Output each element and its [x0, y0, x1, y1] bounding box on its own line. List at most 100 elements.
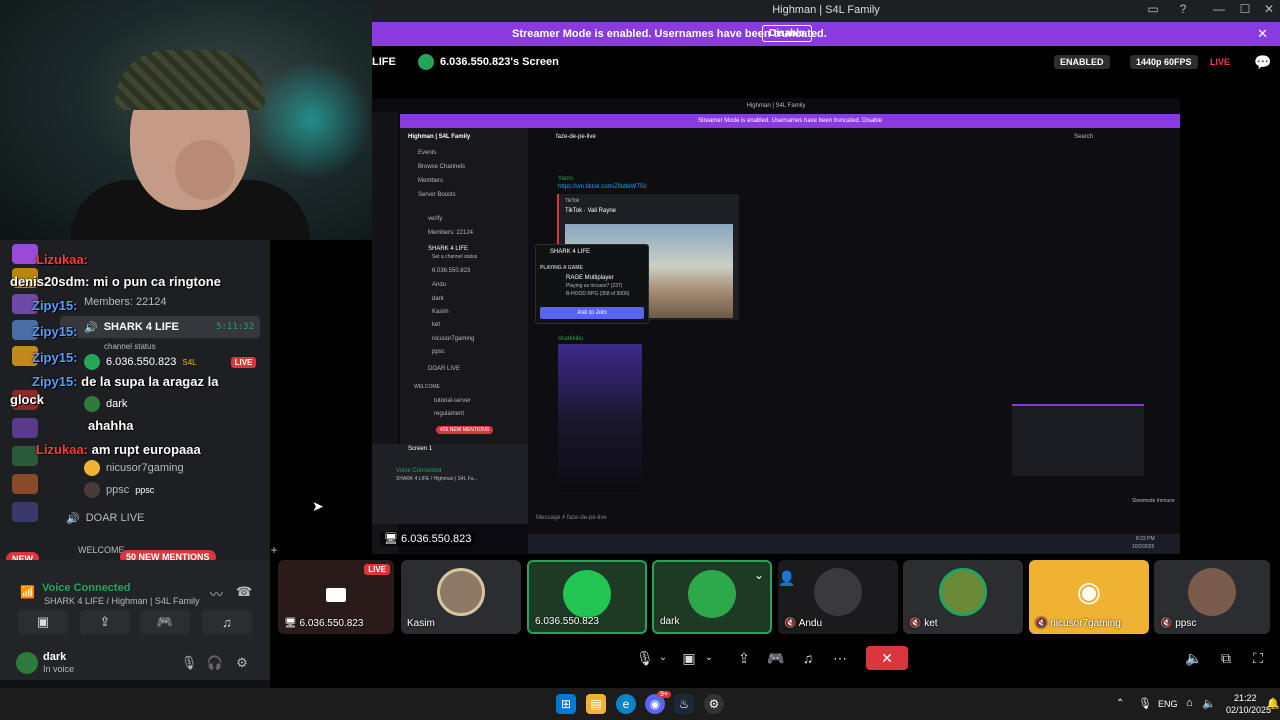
inner-channel-item: tutorial-server: [434, 398, 471, 404]
voice-channel-shark[interactable]: 🔊 SHARK 4 LIFE 5:11:32: [60, 316, 260, 338]
edge-icon[interactable]: e: [616, 694, 636, 714]
inner-taskbar: 8:22 PM 10/2/2025: [528, 534, 1180, 554]
voice-member[interactable]: 6.036.550.823 S4L LIVE: [84, 352, 257, 372]
clock-time[interactable]: 21:22: [1234, 693, 1257, 703]
volume-icon[interactable]: 🔈: [1202, 697, 1216, 710]
quality-tag[interactable]: 1440p 60FPS: [1130, 55, 1198, 69]
avatar: [814, 568, 862, 616]
inner-window-title: Highman | S4L Family: [746, 103, 806, 109]
voice-member[interactable]: nicusor7gaming: [84, 458, 184, 478]
participant-tile[interactable]: 👤 🔇 Andu: [778, 560, 898, 634]
participant-tile[interactable]: LIVE 🖥 6.036.550.823: [278, 560, 394, 634]
disable-streamer-mode-button[interactable]: Disable: [762, 25, 812, 42]
mic-icon[interactable]: 🎙: [180, 654, 198, 672]
rage-mp-icon[interactable]: ⚙: [704, 694, 724, 714]
camera-off-icon[interactable]: ▣: [680, 646, 698, 670]
voice-connected-title[interactable]: Voice Connected: [42, 582, 130, 594]
server-badge[interactable]: [12, 418, 38, 438]
inner-video-embed: [558, 344, 642, 492]
chevron-up-icon[interactable]: ⌃: [1116, 698, 1124, 709]
camera-button[interactable]: ▣: [18, 610, 68, 634]
inner-channel-item: DOAR LIVE: [428, 366, 461, 372]
streamer-cap: [115, 50, 265, 110]
settings-gear-icon[interactable]: ⚙: [233, 654, 251, 672]
screen-share-view[interactable]: Highman | S4L Family Streamer Mode is en…: [372, 98, 1180, 554]
help-icon[interactable]: ?: [1172, 2, 1194, 16]
chat-bubble-icon[interactable]: 💬: [1254, 54, 1271, 71]
language-indicator[interactable]: ENG: [1158, 699, 1178, 709]
avatar: [84, 482, 100, 498]
participant-tile[interactable]: ◉ 🔇 nicusor7gaming: [1029, 560, 1149, 634]
disconnect-button[interactable]: ✕: [866, 646, 908, 670]
voice-member[interactable]: dark: [84, 394, 127, 414]
mic-icon[interactable]: 🎙: [1138, 697, 1152, 710]
maximize-icon[interactable]: ☐: [1234, 2, 1256, 16]
server-badge[interactable]: [12, 244, 38, 264]
inner-channel-item: Members: [418, 178, 444, 184]
headphones-icon[interactable]: 🎧: [206, 654, 224, 672]
share-screen-button[interactable]: ⇪: [80, 610, 130, 634]
streamer-avatar: [418, 54, 434, 70]
server-badge[interactable]: [12, 502, 38, 522]
user-avatar[interactable]: [16, 652, 38, 674]
soundboard-icon[interactable]: ♫: [798, 646, 818, 670]
activity-button[interactable]: 🎮: [140, 610, 190, 634]
inner-msg-user: Yanni: [558, 176, 573, 182]
inner-server-name: Highman | S4L Family: [408, 134, 471, 140]
server-badge[interactable]: [12, 446, 38, 466]
chevron-down-icon[interactable]: ⌄: [702, 646, 716, 670]
signal-icon[interactable]: 📶: [20, 585, 35, 599]
steam-icon[interactable]: ♨: [674, 694, 694, 714]
avatar: [939, 568, 987, 616]
clock-date[interactable]: 02/10/2025: [1226, 705, 1271, 715]
close-icon[interactable]: ✕: [1258, 2, 1280, 16]
add-person-icon[interactable]: 👤: [778, 570, 795, 587]
inner-channel-item: 6.036.550.823: [432, 268, 471, 274]
chevron-down-icon[interactable]: ⌄: [656, 646, 670, 670]
minimize-icon[interactable]: —: [1208, 2, 1230, 16]
voice-connected-subtitle[interactable]: SHARK 4 LIFE / Highman | S4L Family: [44, 596, 200, 606]
fullscreen-icon[interactable]: ⛶: [1248, 646, 1268, 670]
notification-badge: 9+: [657, 691, 671, 698]
inner-channel-item: ppsc: [432, 349, 445, 355]
participant-tile[interactable]: 🔇 ppsc: [1154, 560, 1270, 634]
server-badge[interactable]: [12, 474, 38, 494]
participant-tile[interactable]: Kasim: [401, 560, 521, 634]
enabled-tag: ENABLED: [1054, 55, 1110, 69]
voice-channel-doar-live[interactable]: 🔊 DOAR LIVE: [66, 508, 144, 528]
close-banner-icon[interactable]: ✕: [1257, 26, 1268, 42]
voice-member[interactable]: ppsc ppsc: [84, 480, 154, 500]
windows-start-icon[interactable]: ⊞: [556, 694, 576, 714]
inbox-icon[interactable]: ▭: [1142, 2, 1164, 16]
noise-suppression-icon[interactable]: 〰: [210, 584, 223, 603]
participant-tile[interactable]: 6.036.550.823: [527, 560, 647, 634]
inner-channel-item: WELCOME: [414, 384, 440, 390]
participant-tile[interactable]: ⌄ dark: [652, 560, 772, 634]
streamer-mode-banner: Streamer Mode is enabled. Usernames have…: [372, 22, 1280, 46]
speaker-icon: 🔊: [84, 321, 98, 334]
file-explorer-icon[interactable]: ▤: [586, 694, 606, 714]
mouse-cursor-icon: ➤: [312, 498, 324, 514]
volume-icon[interactable]: 🔈: [1184, 646, 1204, 670]
chat-message: ahahha: [88, 418, 134, 433]
chat-message: Zipy15:: [32, 298, 78, 313]
gamepad-icon[interactable]: 🎮: [766, 646, 786, 670]
members-count: Members: 22124: [84, 296, 167, 308]
disconnect-icon[interactable]: ☎: [236, 584, 252, 600]
mic-icon[interactable]: 🎙: [636, 646, 654, 670]
network-icon[interactable]: ⌂: [1186, 697, 1193, 709]
chevron-down-icon[interactable]: ⌄: [754, 568, 764, 582]
inner-channel-item: dark: [432, 296, 444, 302]
inner-channel-item: Server Boosts: [418, 192, 456, 198]
soundboard-button[interactable]: ♫: [202, 610, 252, 634]
participant-name: dark: [660, 616, 680, 627]
avatar: [84, 396, 100, 412]
notification-bell-icon[interactable]: 🔔: [1266, 697, 1280, 710]
inner-channel-item: Set a channel status: [432, 254, 478, 260]
user-name[interactable]: dark: [43, 651, 66, 663]
participant-tile[interactable]: 🔇 ket: [903, 560, 1023, 634]
add-channel-icon[interactable]: +: [271, 543, 278, 557]
share-screen-icon[interactable]: ⇪: [734, 646, 754, 670]
popout-icon[interactable]: ⧉: [1216, 646, 1236, 670]
more-icon[interactable]: ⋯: [830, 646, 850, 670]
